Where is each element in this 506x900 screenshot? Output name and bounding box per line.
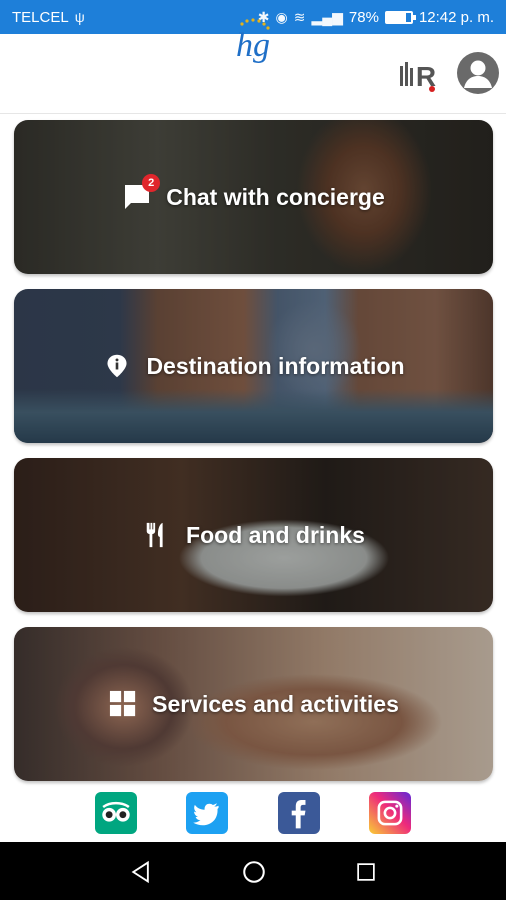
card-label: Chat with concierge [166, 183, 385, 210]
recents-icon[interactable] [352, 858, 380, 886]
tripadvisor-icon[interactable] [95, 792, 137, 834]
card-food-drinks[interactable]: Food and drinks [14, 458, 493, 612]
home-icon[interactable] [240, 858, 268, 886]
unread-badge: 2 [142, 174, 161, 192]
clock: 12:42 p. m. [418, 8, 494, 26]
card-services-activities[interactable]: Services and activities [14, 627, 493, 781]
fork-knife-icon [142, 520, 172, 550]
grid-icon [108, 689, 138, 719]
system-nav-bar [0, 842, 506, 900]
social-links [0, 790, 506, 840]
signal-icon: ▂▄▆ [311, 8, 343, 25]
twitter-icon[interactable] [186, 792, 228, 834]
wifi-icon: ≋ [293, 8, 306, 25]
chat-icon: 2 [122, 174, 161, 212]
menu-cards: 2 Chat with concierge Destination inform… [14, 120, 493, 796]
carrier-name: TELCEL [12, 8, 69, 26]
instagram-icon[interactable] [369, 792, 411, 834]
card-destination-info[interactable]: Destination information [14, 289, 493, 443]
card-label: Food and drinks [186, 521, 365, 548]
battery-percent: 78% [348, 8, 379, 26]
usb-icon: ψ [74, 9, 85, 25]
battery-icon [384, 10, 416, 24]
card-label: Services and activities [152, 690, 399, 717]
hotel-logo[interactable]: hg [220, 12, 286, 68]
info-pin-icon [102, 351, 132, 381]
card-chat-concierge[interactable]: 2 Chat with concierge [14, 120, 493, 274]
notification-dot [429, 86, 435, 92]
profile-avatar-icon[interactable] [457, 52, 499, 94]
card-label: Destination information [146, 352, 405, 379]
back-icon[interactable] [127, 858, 155, 886]
logo-text: hg [236, 27, 270, 64]
facebook-icon[interactable] [278, 792, 320, 834]
